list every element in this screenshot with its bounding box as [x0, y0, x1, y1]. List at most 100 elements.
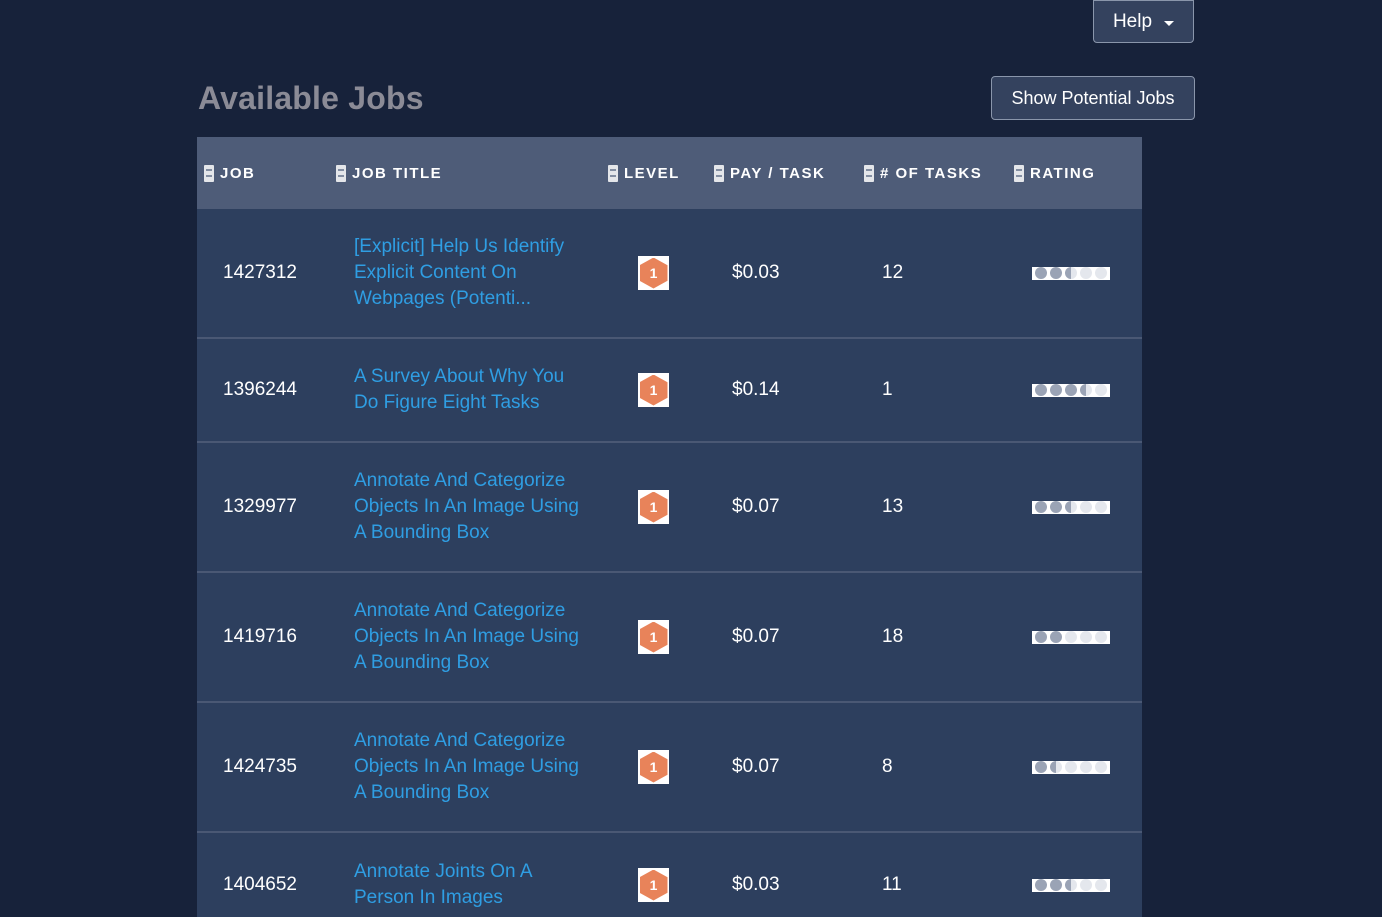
job-title-link[interactable]: A Survey About Why You Do Figure Eight T…: [354, 364, 589, 416]
column-header-rating[interactable]: RATING: [1014, 137, 1095, 209]
level-badge: 1: [638, 490, 669, 524]
rating-dot-icon: [1064, 267, 1077, 279]
table-row: 1424735 Annotate And Categorize Objects …: [197, 703, 1142, 833]
pay-per-task: $0.03: [732, 874, 780, 895]
rating-dot-icon: [1080, 501, 1093, 513]
num-tasks: 13: [882, 496, 904, 517]
job-title-link[interactable]: Annotate Joints On A Person In Images: [354, 859, 589, 911]
job-id: 1404652: [223, 874, 297, 895]
column-header-num-tasks[interactable]: # OF TASKS: [864, 137, 982, 209]
rating-dot-icon: [1095, 384, 1108, 396]
num-tasks: 11: [882, 874, 902, 895]
sort-icon: [864, 164, 874, 182]
rating-stars: [1032, 760, 1110, 774]
rating-stars: [1032, 630, 1110, 644]
column-header-job[interactable]: JOB: [204, 137, 255, 209]
job-title-link[interactable]: Annotate And Categorize Objects In An Im…: [354, 728, 589, 806]
table-row: 1329977 Annotate And Categorize Objects …: [197, 443, 1142, 573]
rating-dot-icon: [1064, 384, 1077, 396]
column-label: # OF TASKS: [880, 164, 983, 182]
table-row: 1419716 Annotate And Categorize Objects …: [197, 573, 1142, 703]
page-title: Available Jobs: [198, 80, 424, 116]
help-dropdown-button[interactable]: Help: [1093, 0, 1194, 43]
job-id: 1419716: [223, 626, 297, 647]
pay-per-task: $0.14: [732, 379, 780, 400]
table-row: 1427312 [Explicit] Help Us Identify Expl…: [197, 209, 1142, 339]
level-value: 1: [639, 374, 668, 406]
num-tasks: 12: [882, 262, 904, 283]
caret-down-icon: [1164, 20, 1175, 26]
job-title-link[interactable]: [Explicit] Help Us Identify Explicit Con…: [354, 234, 589, 312]
rating-dot-icon: [1095, 501, 1108, 513]
rating-dot-icon: [1080, 879, 1093, 891]
rating-dot-icon: [1064, 631, 1077, 643]
pay-per-task: $0.03: [732, 262, 780, 283]
table-row: 1404652 Annotate Joints On A Person In I…: [197, 833, 1142, 917]
table-header: JOB JOB TITLE LEVEL PAY / TASK # OF TASK…: [197, 137, 1142, 209]
rating-stars: [1032, 878, 1110, 892]
rating-dot-icon: [1049, 501, 1062, 513]
job-id: 1329977: [223, 496, 297, 517]
level-badge: 1: [638, 868, 669, 902]
job-title-link[interactable]: Annotate And Categorize Objects In An Im…: [354, 598, 589, 676]
rating-dot-icon: [1049, 879, 1062, 891]
rating-dot-icon: [1095, 879, 1108, 891]
job-title-link[interactable]: Annotate And Categorize Objects In An Im…: [354, 468, 589, 546]
level-badge: 1: [638, 256, 669, 290]
sort-icon: [204, 164, 214, 182]
level-value: 1: [639, 621, 668, 653]
rating-dot-icon: [1034, 267, 1047, 279]
column-label: PAY / TASK: [730, 164, 826, 182]
pay-per-task: $0.07: [732, 756, 780, 777]
rating-stars: [1032, 500, 1110, 514]
rating-stars: [1032, 266, 1110, 280]
job-id: 1427312: [223, 262, 297, 283]
rating-dot-icon: [1095, 267, 1108, 279]
rating-dot-icon: [1049, 267, 1062, 279]
rating-dot-icon: [1034, 761, 1047, 773]
level-badge: 1: [638, 750, 669, 784]
rating-dot-icon: [1080, 761, 1093, 773]
column-header-job-title[interactable]: JOB TITLE: [336, 137, 442, 209]
column-header-level[interactable]: LEVEL: [608, 137, 680, 209]
rating-dot-icon: [1064, 761, 1077, 773]
sort-icon: [1014, 164, 1024, 182]
job-id: 1396244: [223, 379, 297, 400]
pay-per-task: $0.07: [732, 496, 780, 517]
level-value: 1: [639, 869, 668, 901]
column-label: JOB TITLE: [352, 164, 443, 182]
rating-dot-icon: [1049, 631, 1062, 643]
rating-dot-icon: [1034, 631, 1047, 643]
page: Help Available Jobs Show Potential Jobs …: [0, 0, 1382, 917]
num-tasks: 18: [882, 626, 904, 647]
num-tasks: 1: [882, 379, 893, 400]
rating-dot-icon: [1095, 631, 1108, 643]
rating-dot-icon: [1080, 384, 1093, 396]
level-value: 1: [639, 751, 668, 783]
rating-dot-icon: [1080, 267, 1093, 279]
show-potential-jobs-button[interactable]: Show Potential Jobs: [991, 76, 1195, 120]
level-badge: 1: [638, 373, 669, 407]
help-label: Help: [1112, 10, 1153, 32]
column-label: JOB: [220, 164, 256, 182]
job-id: 1424735: [223, 756, 297, 777]
column-label: LEVEL: [624, 164, 680, 182]
level-badge: 1: [638, 620, 669, 654]
level-value: 1: [639, 491, 668, 523]
rating-dot-icon: [1064, 501, 1077, 513]
rating-dot-icon: [1049, 384, 1062, 396]
sort-icon: [608, 164, 618, 182]
column-label: RATING: [1030, 164, 1096, 182]
pay-per-task: $0.07: [732, 626, 780, 647]
level-value: 1: [639, 257, 668, 289]
rating-dot-icon: [1049, 761, 1062, 773]
jobs-table: JOB JOB TITLE LEVEL PAY / TASK # OF TASK…: [197, 137, 1142, 917]
sort-icon: [336, 164, 346, 182]
column-header-pay-task[interactable]: PAY / TASK: [714, 137, 825, 209]
num-tasks: 8: [882, 756, 893, 777]
rating-dot-icon: [1064, 879, 1077, 891]
rating-dot-icon: [1095, 761, 1108, 773]
sort-icon: [714, 164, 724, 182]
rating-stars: [1032, 383, 1110, 397]
rating-dot-icon: [1080, 631, 1093, 643]
